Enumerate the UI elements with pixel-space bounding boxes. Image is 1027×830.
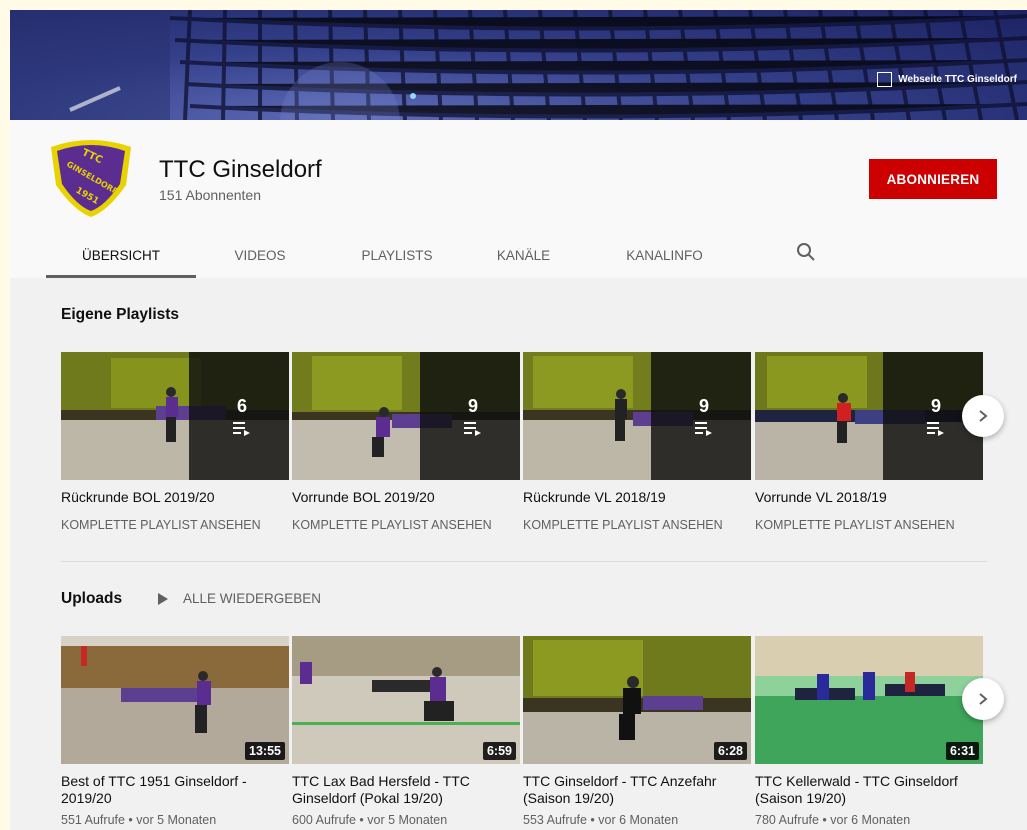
playlist-title[interactable]: Rückrunde VL 2018/19 [523,489,751,506]
video-card[interactable]: 6:28 TTC Ginseldorf - TTC Anzefahr (Sais… [523,636,751,827]
tab-playlists[interactable]: Playlists [324,232,470,278]
playlist-icon [927,421,944,436]
playlist-video-count: 6 [236,395,247,416]
video-title[interactable]: TTC Ginseldorf - TTC Anzefahr (Saison 19… [523,773,751,807]
playlist-video-count: 9 [467,395,478,416]
playlist-overlay: 6 [189,352,289,480]
playlists-next-button[interactable] [962,395,1004,437]
playlist-title[interactable]: Vorrunde BOL 2019/20 [292,489,520,506]
chevron-right-icon [979,410,988,422]
playlist-overlay: 9 [651,352,751,480]
video-duration: 6:59 [482,742,516,760]
video-duration: 6:28 [713,742,747,760]
view-full-playlist-link[interactable]: KOMPLETTE PLAYLIST ANSEHEN [523,518,751,532]
video-title[interactable]: TTC Kellerwald - TTC Ginseldorf (Saison … [755,773,983,807]
channel-header: TTC GINSELDORF 1951 TTC Ginseldorf 151 A… [10,120,1027,278]
playlist-video-count: 9 [698,395,709,416]
playlist-video-count: 9 [930,395,941,416]
video-duration: 13:55 [245,742,285,760]
channel-name: TTC Ginseldorf [159,156,322,183]
playlist-card[interactable]: 6 Rückrunde BOL 2019/20 KOMPLETTE PLAYLI… [61,352,289,532]
playlist-icon [464,421,481,436]
video-duration: 6:31 [945,742,979,760]
playlist-title[interactable]: Vorrunde VL 2018/19 [755,489,983,506]
banner-net-image [10,10,1027,120]
section-title-playlists: Eigene Playlists [61,306,180,323]
chevron-right-icon [979,693,988,705]
play-icon [158,592,168,605]
tab-overview[interactable]: Übersicht [46,232,196,278]
playlist-title[interactable]: Rückrunde BOL 2019/20 [61,489,289,506]
tab-about[interactable]: Kanalinfo [577,232,752,278]
video-title[interactable]: TTC Lax Bad Hersfeld - TTC Ginseldorf (P… [292,773,520,807]
playlist-icon [233,421,250,436]
play-all-button[interactable]: ALLE WIEDERGEBEN [157,591,321,606]
tab-channels[interactable]: Kanäle [470,232,577,278]
view-full-playlist-link[interactable]: KOMPLETTE PLAYLIST ANSEHEN [61,518,289,532]
view-full-playlist-link[interactable]: KOMPLETTE PLAYLIST ANSEHEN [755,518,983,532]
link-icon [877,72,893,87]
search-icon[interactable] [796,242,816,267]
channel-avatar[interactable]: TTC GINSELDORF 1951 [46,135,136,224]
video-thumbnail[interactable]: 13:55 [61,636,289,764]
playlist-card[interactable]: 9 Rückrunde VL 2018/19 KOMPLETTE PLAYLIS… [523,352,751,532]
playlist-thumbnail[interactable]: 9 [755,352,983,480]
video-title[interactable]: Best of TTC 1951 Ginseldorf - 2019/20 [61,773,289,807]
playlist-thumbnail[interactable]: 6 [61,352,289,480]
play-all-label: ALLE WIEDERGEBEN [183,591,322,606]
video-card[interactable]: 6:31 TTC Kellerwald - TTC Ginseldorf (Sa… [755,636,983,827]
playlist-card[interactable]: 9 Vorrunde VL 2018/19 KOMPLETTE PLAYLIST… [755,352,983,532]
view-full-playlist-link[interactable]: KOMPLETTE PLAYLIST ANSEHEN [292,518,520,532]
subscribe-button[interactable]: ABONNIEREN [869,159,997,199]
tab-videos[interactable]: Videos [196,232,324,278]
channel-banner: Webseite TTC Ginseldorf [10,10,1027,120]
video-meta: 600 Aufrufe • vor 5 Monaten [292,813,448,827]
playlist-card[interactable]: 9 Vorrunde BOL 2019/20 KOMPLETTE PLAYLIS… [292,352,520,532]
video-thumbnail[interactable]: 6:31 [755,636,983,764]
section-title-uploads: Uploads [61,590,123,607]
playlist-icon [695,421,712,436]
video-thumbnail[interactable]: 6:59 [292,636,520,764]
video-meta: 780 Aufrufe • vor 6 Monaten [755,813,911,827]
uploads-next-button[interactable] [962,678,1004,720]
playlist-thumbnail[interactable]: 9 [292,352,520,480]
channel-content: Eigene Playlists 6 Rückrunde BOL 2019/20… [10,278,1027,830]
video-card[interactable]: 6:59 TTC Lax Bad Hersfeld - TTC Ginseldo… [292,636,520,827]
banner-link-label: Webseite TTC Ginseldorf [898,74,1017,85]
video-thumbnail[interactable]: 6:28 [523,636,751,764]
playlist-thumbnail[interactable]: 9 [523,352,751,480]
section-divider [61,561,987,562]
subscriber-count: 151 Abonnenten [159,187,261,203]
video-card[interactable]: 13:55 Best of TTC 1951 Ginseldorf - 2019… [61,636,289,827]
banner-website-link[interactable]: Webseite TTC Ginseldorf [877,72,1017,87]
channel-tabs: Übersicht Videos Playlists Kanäle Kanali… [46,232,752,278]
video-meta: 551 Aufrufe • vor 5 Monaten [61,813,217,827]
video-meta: 553 Aufrufe • vor 6 Monaten [523,813,679,827]
ttc-logo: TTC GINSELDORF 1951 [51,140,131,217]
playlist-overlay: 9 [420,352,520,480]
